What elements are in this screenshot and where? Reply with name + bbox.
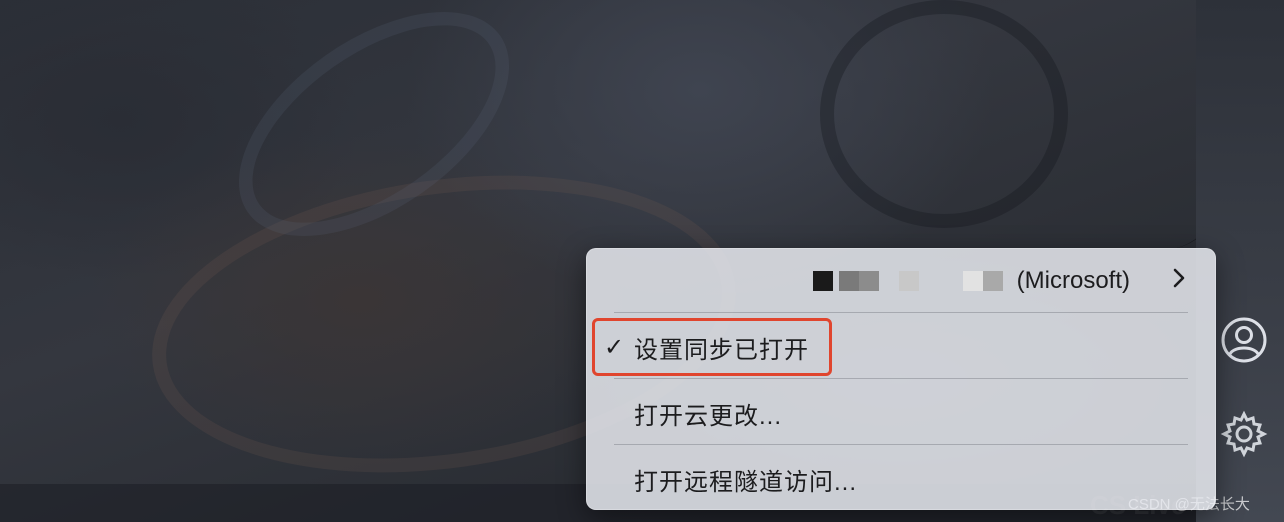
gear-icon[interactable] [1220, 410, 1268, 458]
account-context-menu: (Microsoft) ✓ 设置同步已打开 打开云更改... 打开远程隧道访问.… [586, 248, 1216, 510]
chevron-right-icon [1172, 267, 1186, 296]
highlight-annotation-box [592, 318, 832, 376]
menu-item-open-remote-tunnel[interactable]: 打开远程隧道访问... [586, 446, 1216, 512]
menu-divider [614, 312, 1188, 313]
menu-item-account[interactable]: (Microsoft) [586, 248, 1216, 314]
account-icon[interactable] [1220, 316, 1268, 364]
menu-item-open-cloud-changes[interactable]: 打开云更改... [586, 380, 1216, 446]
desktop-screen: CS Live CSDN @无法长大 (Microsoft) ✓ 设置同步已打开 [0, 0, 1284, 522]
redacted-account-name [812, 271, 1009, 291]
menu-item-settings-sync[interactable]: ✓ 设置同步已打开 [586, 314, 1216, 380]
menu-divider [614, 444, 1188, 445]
open-cloud-changes-label: 打开云更改... [634, 402, 783, 430]
open-remote-tunnel-label: 打开远程隧道访问... [634, 468, 858, 496]
account-provider-label: (Microsoft) [1016, 267, 1130, 294]
menu-divider [614, 378, 1188, 379]
